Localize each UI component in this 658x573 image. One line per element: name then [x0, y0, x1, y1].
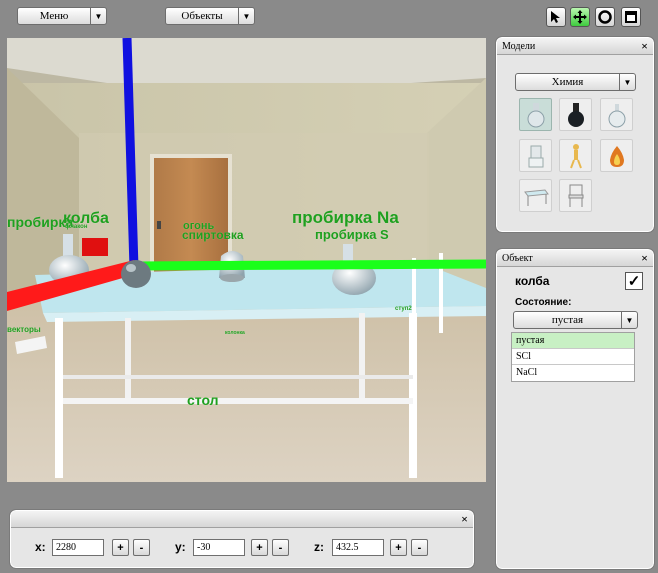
- close-icon[interactable]: ×: [641, 39, 648, 54]
- chair-icon: [568, 184, 583, 207]
- models-panel-header: Модели ×: [497, 38, 653, 55]
- object-name: колба: [515, 274, 550, 288]
- object-panel-header: Объект ×: [497, 250, 653, 267]
- chevron-down-icon: ▼: [90, 8, 106, 24]
- x-label: x:: [35, 540, 46, 554]
- rotate-circle-icon: [598, 10, 612, 24]
- select-tool-button[interactable]: [546, 7, 566, 27]
- table-icon: [523, 188, 549, 206]
- black-flask-model-thumb[interactable]: [559, 98, 592, 131]
- y-plus-button[interactable]: +: [251, 539, 268, 556]
- x-input[interactable]: [52, 539, 104, 556]
- visibility-checkbox[interactable]: ✓: [625, 272, 643, 290]
- state-dropdown[interactable]: пустая ▼: [513, 311, 638, 329]
- coords-panel: × x: + - y: + - z: + -: [9, 509, 475, 569]
- label-probirka-s: пробирка S: [315, 227, 389, 242]
- state-option[interactable]: NaCl: [512, 365, 634, 381]
- y-minus-button[interactable]: -: [272, 539, 289, 556]
- burner-icon: [528, 145, 543, 167]
- fire-icon: [609, 145, 624, 167]
- flask-model-thumb[interactable]: [519, 98, 552, 131]
- checkmark-icon: ✓: [627, 273, 641, 290]
- state-option[interactable]: пустая: [512, 333, 634, 349]
- cursor-arrow-icon: [551, 11, 560, 23]
- object-panel-title: Объект: [502, 252, 533, 264]
- objects-label: Объекты: [181, 10, 223, 22]
- burner-model-thumb[interactable]: [519, 139, 552, 172]
- round-flask-model-thumb[interactable]: [600, 98, 633, 131]
- state-selected: пустая: [551, 314, 584, 326]
- coords-panel-header: ×: [11, 511, 473, 528]
- objects-dropdown[interactable]: Объекты ▼: [165, 7, 255, 25]
- chevron-down-icon: ▼: [238, 8, 254, 24]
- fire-model-thumb[interactable]: [600, 139, 633, 172]
- y-input[interactable]: [193, 539, 245, 556]
- menu-dropdown[interactable]: Меню ▼: [17, 7, 107, 25]
- label-small-center: колонка: [225, 330, 245, 336]
- z-label: z:: [314, 540, 324, 554]
- label-flakon: флакон: [65, 224, 88, 230]
- black-flask-icon: [567, 102, 584, 127]
- category-label: Химия: [551, 76, 584, 88]
- x-plus-button[interactable]: +: [112, 539, 129, 556]
- chair-model-thumb[interactable]: [559, 179, 592, 212]
- z-minus-button[interactable]: -: [411, 539, 428, 556]
- figure-icon: [569, 143, 582, 168]
- category-dropdown[interactable]: Химия ▼: [515, 73, 636, 91]
- chevron-down-icon: ▼: [619, 74, 635, 90]
- x-minus-button[interactable]: -: [133, 539, 150, 556]
- object-panel: Объект × колба ✓ Состояние: пустая ▼ пус…: [495, 248, 655, 570]
- window-icon: [625, 11, 637, 23]
- label-stol: стол: [187, 392, 219, 408]
- close-icon[interactable]: ×: [461, 512, 468, 527]
- table-model-thumb[interactable]: [519, 179, 552, 212]
- round-flask-icon: [608, 103, 625, 127]
- rotate-tool-button[interactable]: [595, 7, 615, 27]
- move-arrows-icon: [573, 10, 587, 24]
- scene-render: [7, 38, 486, 482]
- move-tool-button[interactable]: [570, 7, 590, 27]
- label-spirtovka: спиртовка: [182, 228, 244, 242]
- state-option[interactable]: SCl: [512, 349, 634, 365]
- chevron-down-icon: ▼: [621, 312, 637, 328]
- menu-label: Меню: [39, 10, 69, 22]
- models-panel: Модели × Химия ▼: [495, 36, 655, 233]
- flask-icon: [527, 102, 544, 127]
- z-plus-button[interactable]: +: [390, 539, 407, 556]
- label-stup: ступ2: [395, 306, 412, 312]
- label-probirka-na: пробирка Na: [292, 208, 399, 227]
- close-icon[interactable]: ×: [641, 251, 648, 266]
- state-label: Состояние:: [515, 297, 572, 308]
- models-panel-title: Модели: [502, 40, 536, 52]
- scene-viewport[interactable]: пробирка колба флакон огонь спиртовка пр…: [7, 38, 486, 482]
- label-vektory: векторы: [7, 325, 41, 334]
- z-input[interactable]: [332, 539, 384, 556]
- window-tool-button[interactable]: [621, 7, 641, 27]
- state-list: пустая SCl NaCl: [511, 332, 635, 382]
- y-label: y:: [175, 540, 186, 554]
- figure-model-thumb[interactable]: [559, 139, 592, 172]
